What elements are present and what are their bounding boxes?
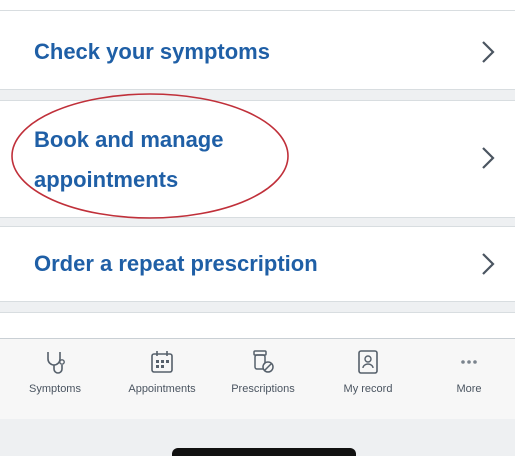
stethoscope-icon bbox=[47, 352, 65, 374]
tab-prescriptions[interactable]: Prescriptions bbox=[218, 349, 308, 395]
tab-appointments[interactable]: Appointments bbox=[114, 349, 210, 395]
menu-item-book-appointments[interactable]: Book and manage appointments bbox=[0, 100, 515, 218]
bottom-tab-bar: Symptoms Appointments Prescriptions My r… bbox=[0, 338, 515, 419]
menu-item-check-symptoms[interactable]: Check your symptoms bbox=[0, 10, 515, 90]
tab-more[interactable]: More bbox=[440, 349, 498, 395]
more-dots-icon bbox=[461, 360, 477, 364]
menu-item-label-line2: appointments bbox=[34, 167, 179, 192]
calendar-icon bbox=[151, 351, 173, 373]
record-icon bbox=[358, 350, 378, 374]
menu-item-repeat-prescription[interactable]: Order a repeat prescription bbox=[0, 226, 515, 302]
menu-item-label: Order a repeat prescription bbox=[34, 251, 318, 276]
tab-my-record[interactable]: My record bbox=[325, 349, 411, 395]
tab-label: Prescriptions bbox=[231, 383, 295, 395]
tab-label: Appointments bbox=[128, 383, 196, 395]
pills-icon bbox=[253, 350, 274, 373]
tab-symptoms[interactable]: Symptoms bbox=[20, 349, 90, 395]
tab-label: Symptoms bbox=[29, 383, 81, 395]
tab-label: More bbox=[456, 383, 482, 395]
chevron-right-icon bbox=[482, 253, 495, 275]
chevron-right-icon bbox=[482, 147, 495, 169]
chevron-right-icon bbox=[482, 41, 495, 63]
menu-item-label-line1: Book and manage bbox=[34, 127, 224, 152]
home-indicator bbox=[172, 448, 356, 456]
tab-label: My record bbox=[343, 383, 393, 395]
menu-item-label: Check your symptoms bbox=[34, 39, 270, 64]
top-strip bbox=[0, 0, 515, 10]
